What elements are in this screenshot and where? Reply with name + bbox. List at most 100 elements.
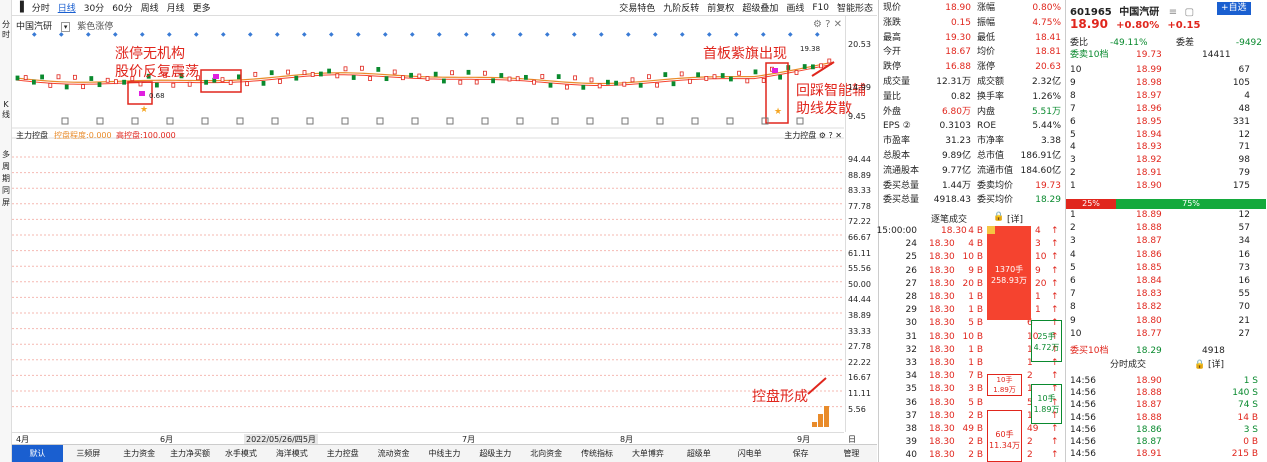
ask-row[interactable]: 5 18.94 12 — [1066, 130, 1266, 141]
bottom-tab[interactable]: 默认 — [12, 445, 63, 462]
bottom-tab[interactable]: 保存 — [775, 445, 826, 462]
settings-icon[interactable]: ⚙ — [813, 19, 822, 30]
bid-row[interactable]: 9 18.80 21 — [1066, 316, 1266, 327]
sidebar-char[interactable]: 周 — [1, 162, 11, 171]
settings-icon[interactable]: ⚙ — [819, 131, 826, 140]
close-icon[interactable]: ✕ — [834, 19, 842, 30]
sell10-vol: 14411 — [1202, 50, 1231, 60]
bid-row[interactable]: 4 18.86 16 — [1066, 250, 1266, 261]
event-icon[interactable] — [516, 117, 524, 125]
event-icon[interactable] — [481, 117, 489, 125]
event-icon[interactable] — [656, 117, 664, 125]
menu-icon[interactable]: ▐ — [16, 2, 24, 13]
event-icon[interactable] — [131, 117, 139, 125]
event-icon[interactable] — [796, 117, 804, 125]
bottom-tab[interactable]: 传统指标 — [572, 445, 623, 462]
minute-detail[interactable]: [详] — [1208, 360, 1224, 371]
indicator-name[interactable]: 紫色涨停 — [77, 22, 113, 32]
annotation-text: 股价反复震荡 — [115, 64, 199, 80]
period-tab[interactable]: 30分 — [84, 1, 104, 14]
help-icon[interactable]: ? — [829, 131, 833, 140]
event-icon[interactable] — [726, 117, 734, 125]
tool-button[interactable]: 画线 — [786, 1, 804, 14]
event-icon[interactable] — [621, 117, 629, 125]
tool-button[interactable]: F10 — [812, 3, 829, 13]
sidebar-char[interactable]: 时 — [1, 30, 11, 39]
tool-button[interactable]: 智能形态 — [837, 1, 873, 14]
bottom-tab[interactable]: 超级单 — [673, 445, 724, 462]
ask-row[interactable]: 4 18.93 71 — [1066, 142, 1266, 153]
bid-row[interactable]: 10 18.77 27 — [1066, 329, 1266, 340]
bottom-tab[interactable]: 流动资金 — [368, 445, 419, 462]
sidebar-char[interactable]: 分 — [1, 20, 11, 29]
bottom-tab[interactable]: 三频屏 — [63, 445, 114, 462]
ask-row[interactable]: 2 18.91 79 — [1066, 168, 1266, 179]
event-icon[interactable] — [201, 117, 209, 125]
sidebar-char[interactable]: 多 — [1, 150, 11, 159]
bottom-tab[interactable]: 管理 — [826, 445, 877, 462]
help-icon[interactable]: ? — [825, 19, 830, 30]
bottom-tab[interactable]: 大单博弈 — [623, 445, 674, 462]
bid-price: 18.86 — [1136, 249, 1162, 260]
event-icon[interactable] — [551, 117, 559, 125]
ask-row[interactable]: 8 18.97 4 — [1066, 91, 1266, 102]
bid-level: 3 — [1070, 236, 1076, 247]
bid-row[interactable]: 7 18.83 55 — [1066, 289, 1266, 300]
tool-button[interactable]: 前复权 — [707, 1, 734, 14]
bid-row[interactable]: 5 18.85 73 — [1066, 263, 1266, 274]
more-dropdown[interactable]: 更多 — [193, 1, 211, 14]
bid-row[interactable]: 8 18.82 70 — [1066, 302, 1266, 313]
event-icon[interactable] — [61, 117, 69, 125]
bid-row[interactable]: 3 18.87 34 — [1066, 236, 1266, 247]
event-icon[interactable] — [236, 117, 244, 125]
ask-row[interactable]: 10 18.99 67 — [1066, 65, 1266, 76]
event-icon[interactable] — [166, 117, 174, 125]
sidebar-char[interactable]: 线 — [1, 110, 11, 119]
period-tab-active[interactable]: 日线 — [58, 1, 76, 14]
event-icon[interactable] — [586, 117, 594, 125]
bid-row[interactable]: 6 18.84 16 — [1066, 276, 1266, 287]
indicator-dropdown-icon[interactable]: ▾ — [60, 22, 71, 32]
ask-row[interactable]: 7 18.96 48 — [1066, 104, 1266, 115]
sidebar-char[interactable]: 同 — [1, 186, 11, 195]
bottom-tab[interactable]: 超级主力 — [470, 445, 521, 462]
ask-row[interactable]: 9 18.98 105 — [1066, 78, 1266, 89]
close-icon[interactable]: ✕ — [835, 131, 842, 140]
event-icon[interactable] — [446, 117, 454, 125]
period-tab[interactable]: 月线 — [167, 1, 185, 14]
tool-button[interactable]: 超级叠加 — [742, 1, 778, 14]
event-icon[interactable] — [341, 117, 349, 125]
ask-row[interactable]: 3 18.92 98 — [1066, 155, 1266, 166]
sidebar-char[interactable]: 期 — [1, 174, 11, 183]
bottom-tab[interactable]: 闪电单 — [724, 445, 775, 462]
period-tab[interactable]: 60分 — [112, 1, 132, 14]
event-icon[interactable] — [306, 117, 314, 125]
bottom-tab[interactable]: 北向资金 — [521, 445, 572, 462]
bottom-tab[interactable]: 主力净买额 — [165, 445, 216, 462]
tool-button[interactable]: 九阶反转 — [663, 1, 699, 14]
tool-button[interactable]: 交易特色 — [619, 1, 655, 14]
bottom-tab[interactable]: 主力控盘 — [317, 445, 368, 462]
bottom-tab[interactable]: 海洋模式 — [266, 445, 317, 462]
period-tab[interactable]: 分时 — [32, 1, 50, 14]
ask-row[interactable]: 6 18.95 331 — [1066, 117, 1266, 128]
ask-row[interactable]: 1 18.90 175 — [1066, 181, 1266, 192]
event-icon[interactable] — [376, 117, 384, 125]
event-icon[interactable] — [96, 117, 104, 125]
add-watchlist-button[interactable]: +自选 — [1217, 2, 1251, 15]
bid-row[interactable]: 1 18.89 12 — [1066, 210, 1266, 221]
bottom-tab[interactable]: 中线主力 — [419, 445, 470, 462]
event-icon[interactable] — [271, 117, 279, 125]
chart-area[interactable]: ★ ★ ◆ ◆ ◆ ◆ ◆ ◆ ◆ ◆ ◆ ◆ ◆ ◆ ◆ ◆ ◆ ◆ ◆ ◆ ◆ ◆ ◆ ◆ ◆ ◆ ◆ ◆ ◆ ◆ ◆ ◆ 中国汽研 ▾ … — [12, 16, 866, 432]
candle — [269, 70, 274, 76]
sidebar-char[interactable]: K — [1, 100, 11, 109]
event-icon[interactable] — [691, 117, 699, 125]
trade-count: 9 — [1035, 265, 1041, 276]
bottom-tab[interactable]: 主力资金 — [114, 445, 165, 462]
event-icon[interactable] — [411, 117, 419, 125]
sidebar-char[interactable]: 屏 — [1, 198, 11, 207]
trade-time: 32 — [905, 344, 917, 355]
bid-row[interactable]: 2 18.88 57 — [1066, 223, 1266, 234]
period-tab[interactable]: 周线 — [141, 1, 159, 14]
bottom-tab[interactable]: 水手模式 — [216, 445, 267, 462]
